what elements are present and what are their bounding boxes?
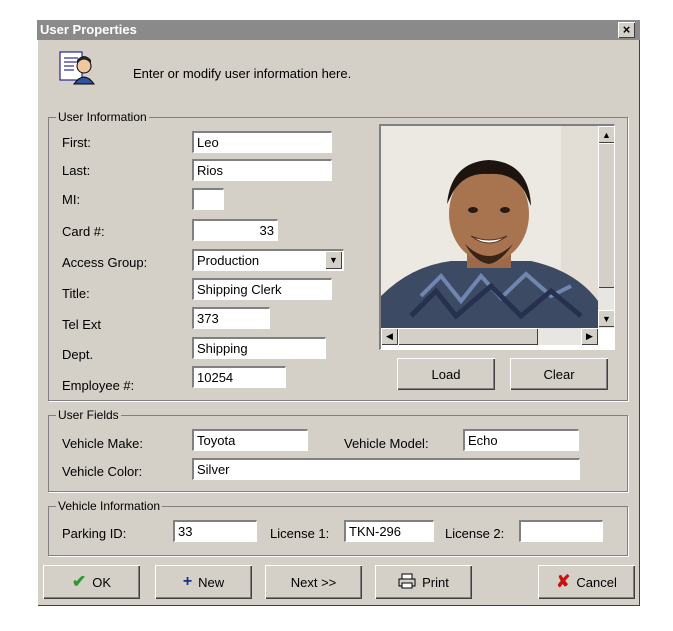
vertical-scroll-thumb[interactable]: [598, 143, 614, 288]
vehicle-make-field[interactable]: Toyota: [192, 429, 308, 451]
next-label: Next >>: [290, 574, 337, 590]
card-number-field[interactable]: 33: [192, 219, 278, 241]
dept-field[interactable]: Shipping: [192, 337, 326, 359]
mi-label: MI:: [62, 192, 81, 207]
access-group-label: Access Group:: [62, 255, 148, 270]
last-label: Last:: [62, 163, 91, 178]
cancel-label: Cancel: [576, 574, 617, 590]
tel-ext-label: Tel Ext: [62, 317, 102, 332]
user-information-label: User Information: [56, 110, 149, 124]
mi-field[interactable]: [192, 188, 224, 210]
load-button[interactable]: Load: [397, 358, 495, 390]
photo-panel: ▲ ▼ ◀ ▶: [379, 124, 615, 350]
close-button[interactable]: ×: [618, 22, 635, 38]
horizontal-scroll-thumb[interactable]: [398, 328, 538, 345]
access-group-select[interactable]: Production: [192, 249, 344, 271]
employee-number-field[interactable]: 10254: [192, 366, 286, 388]
first-name-field[interactable]: Leo: [192, 131, 332, 153]
print-button[interactable]: Print: [375, 565, 472, 599]
first-label: First:: [62, 135, 91, 150]
printer-icon: [398, 573, 416, 592]
vehicle-make-label: Vehicle Make:: [62, 436, 143, 451]
vehicle-information-label: Vehicle Information: [56, 499, 163, 513]
user-photo: [381, 126, 598, 328]
new-button[interactable]: + New: [155, 565, 252, 599]
instruction-text: Enter or modify user information here.: [133, 66, 352, 81]
chevron-down-icon[interactable]: ▼: [325, 251, 342, 269]
user-document-icon: [58, 50, 98, 86]
print-label: Print: [422, 574, 449, 590]
vehicle-color-field[interactable]: Silver: [192, 458, 580, 480]
new-label: New: [198, 574, 225, 590]
dept-label: Dept.: [62, 347, 94, 362]
scroll-up-icon[interactable]: ▲: [598, 126, 614, 143]
next-button[interactable]: Next >>: [265, 565, 362, 599]
parking-id-field[interactable]: 33: [173, 520, 257, 542]
user-fields-group: [48, 415, 628, 492]
license2-label: License 2:: [445, 526, 505, 541]
license1-label: License 1:: [270, 526, 330, 541]
user-fields-label: User Fields: [56, 408, 121, 422]
tel-ext-field[interactable]: 373: [192, 307, 270, 329]
scroll-left-icon[interactable]: ◀: [381, 328, 398, 345]
parking-id-label: Parking ID:: [62, 526, 127, 541]
clear-label: Clear: [543, 366, 575, 382]
check-icon: ✔: [71, 572, 87, 591]
ok-label: OK: [92, 574, 112, 590]
load-label: Load: [431, 366, 461, 382]
license2-field[interactable]: [519, 520, 603, 542]
vehicle-model-field[interactable]: Echo: [463, 429, 579, 451]
scroll-right-icon[interactable]: ▶: [581, 328, 598, 345]
plus-icon: +: [182, 573, 193, 590]
last-name-field[interactable]: Rios: [192, 159, 332, 181]
scroll-down-icon[interactable]: ▼: [598, 310, 614, 327]
cancel-x-icon: ✘: [556, 572, 571, 591]
vehicle-model-label: Vehicle Model:: [344, 436, 429, 451]
window-title: User Properties: [40, 22, 137, 37]
employee-label: Employee #:: [62, 378, 135, 393]
vehicle-color-label: Vehicle Color:: [62, 464, 143, 479]
clear-button[interactable]: Clear: [510, 358, 608, 390]
access-group-value: Production: [197, 253, 260, 268]
cancel-button[interactable]: ✘ Cancel: [538, 565, 635, 599]
card-label: Card #:: [62, 224, 105, 239]
license1-field[interactable]: TKN-296: [344, 520, 434, 542]
title-label: Title:: [62, 286, 90, 301]
title-field[interactable]: Shipping Clerk: [192, 278, 332, 300]
ok-button[interactable]: ✔ OK: [43, 565, 140, 599]
